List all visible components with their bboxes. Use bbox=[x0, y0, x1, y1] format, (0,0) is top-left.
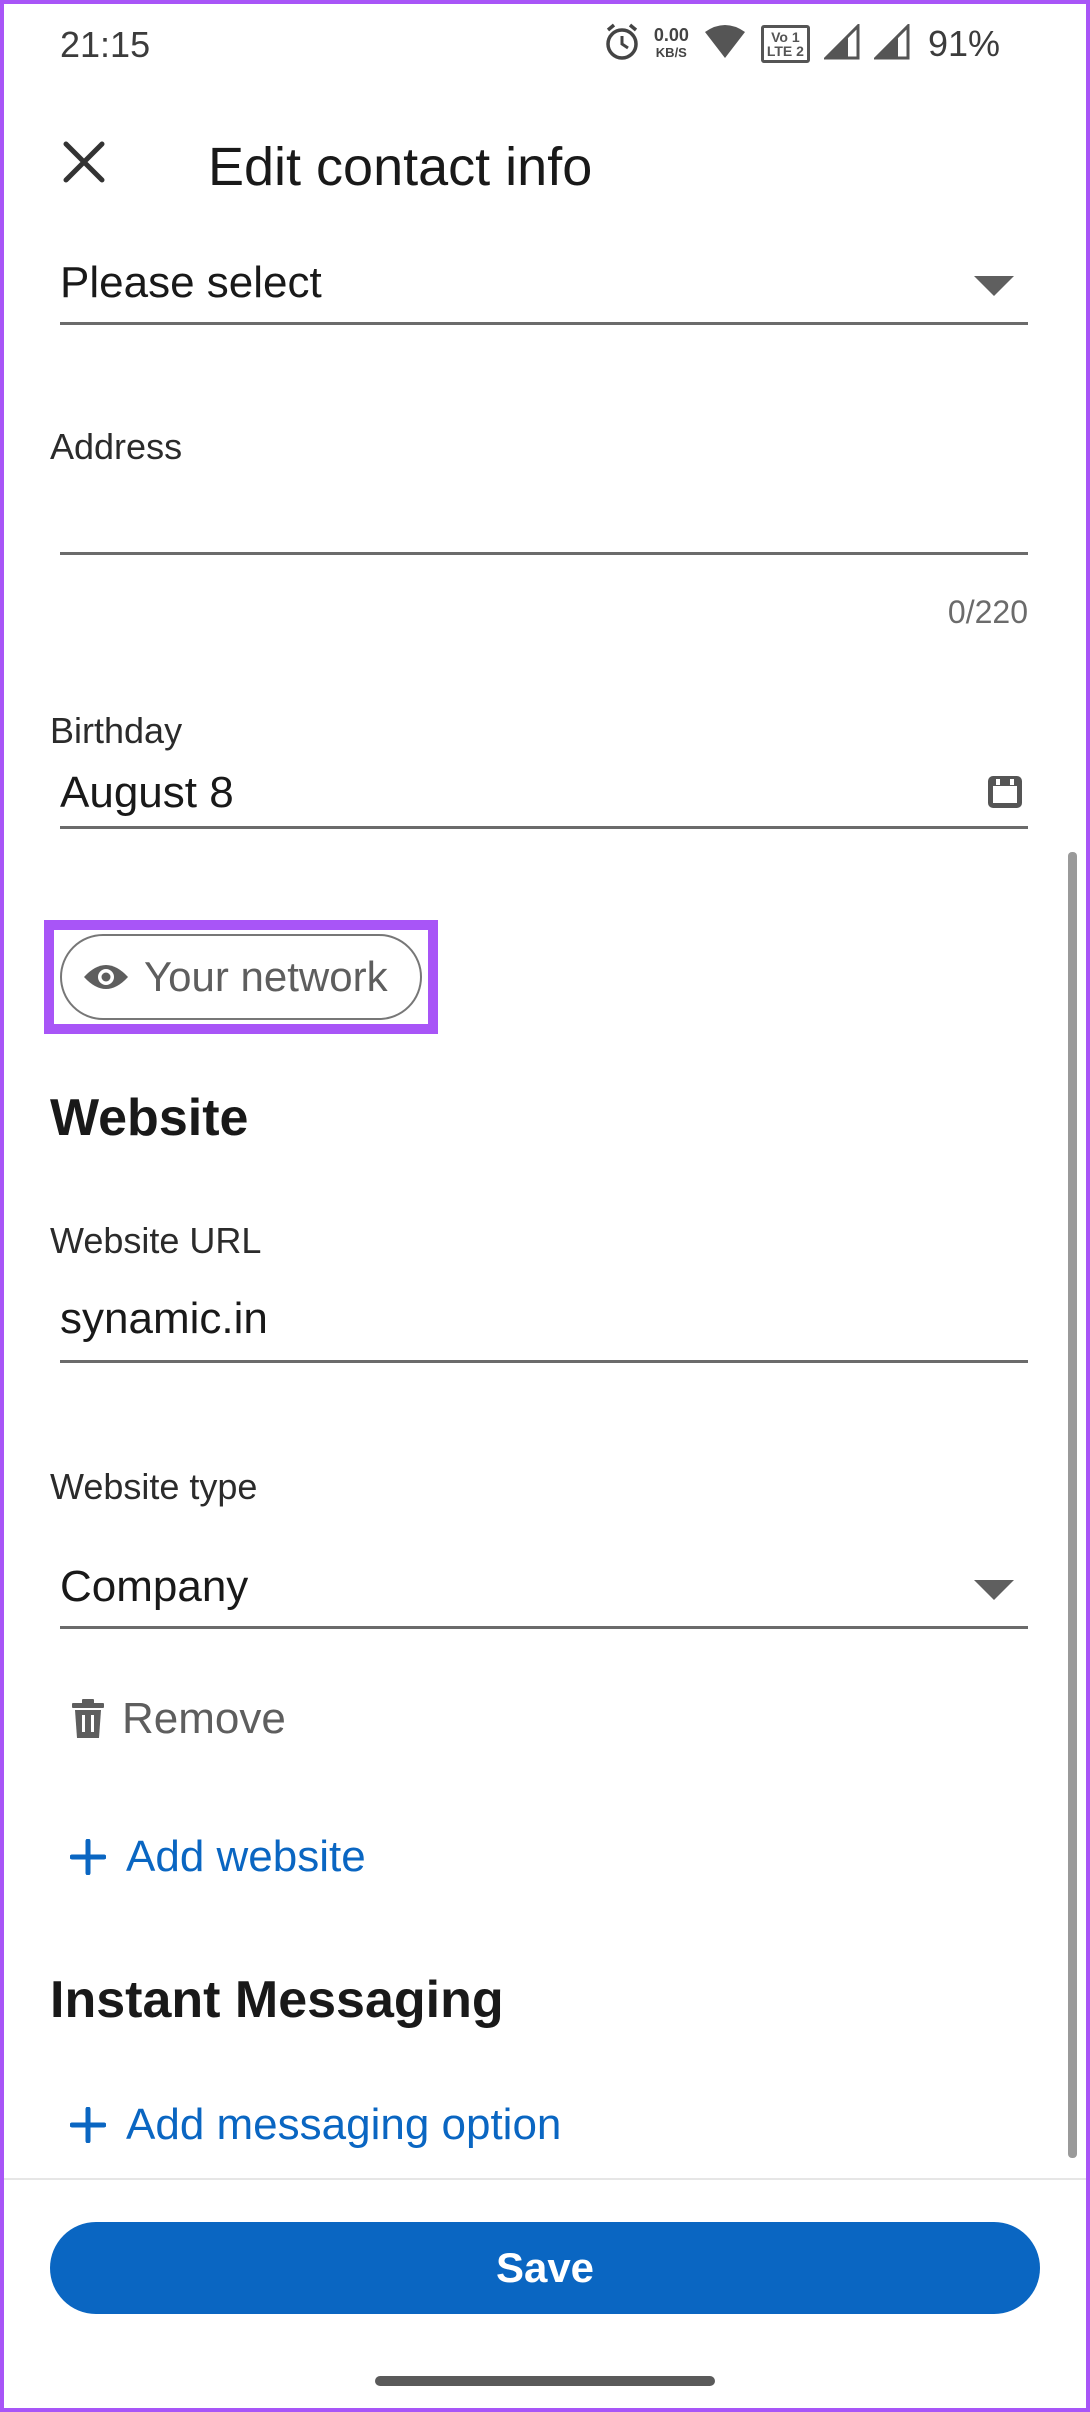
network-speed-unit: KB/S bbox=[655, 45, 687, 60]
remove-website-button[interactable]: Remove bbox=[70, 1694, 286, 1744]
footer-divider bbox=[0, 2178, 1090, 2180]
add-website-button[interactable]: Add website bbox=[70, 1832, 366, 1882]
scrollbar[interactable] bbox=[1068, 852, 1077, 2158]
close-icon bbox=[63, 141, 105, 183]
add-messaging-option-button[interactable]: Add messaging option bbox=[70, 2100, 561, 2150]
birthday-underline bbox=[60, 826, 1028, 829]
status-icons: 0.00 KB/S Vo 1 LTE 2 91% bbox=[604, 21, 1000, 67]
top-select-value[interactable]: Please select bbox=[60, 258, 322, 308]
network-speed-value: 0.00 bbox=[653, 25, 689, 45]
address-counter: 0/220 bbox=[947, 594, 1028, 630]
address-label: Address bbox=[50, 426, 183, 467]
remove-website-label: Remove bbox=[122, 1694, 286, 1743]
website-type-select[interactable]: Company bbox=[60, 1562, 248, 1612]
signal-icon bbox=[872, 21, 910, 65]
address-underline bbox=[60, 552, 1028, 555]
website-url-label: Website URL bbox=[50, 1220, 262, 1261]
save-button[interactable]: Save bbox=[50, 2222, 1040, 2314]
alarm-icon bbox=[604, 22, 640, 67]
address-field[interactable] bbox=[60, 488, 1020, 548]
app-header: Edit contact info bbox=[0, 100, 1090, 230]
calendar-icon[interactable] bbox=[985, 772, 1025, 817]
screenshot-frame bbox=[0, 0, 1090, 2412]
birthday-label: Birthday bbox=[50, 710, 183, 751]
status-time: 21:15 bbox=[60, 24, 151, 65]
website-section-title: Website bbox=[50, 1089, 249, 1147]
website-url-underline bbox=[60, 1360, 1028, 1363]
volte-line-2: LTE 2 bbox=[766, 43, 804, 59]
volte-icon: Vo 1 LTE 2 bbox=[760, 25, 810, 63]
add-messaging-option-label: Add messaging option bbox=[126, 2100, 562, 2149]
home-indicator[interactable] bbox=[375, 2376, 715, 2386]
add-website-label: Add website bbox=[126, 1832, 366, 1881]
volte-line-1: Vo 1 bbox=[771, 29, 800, 45]
trash-icon bbox=[72, 1699, 104, 1738]
website-url-field[interactable]: synamic.in bbox=[60, 1294, 268, 1344]
network-speed: 0.00 KB/S bbox=[653, 25, 689, 61]
birthday-field[interactable]: August 8 bbox=[60, 768, 234, 818]
plus-icon bbox=[70, 2107, 106, 2143]
battery-level: 91% bbox=[927, 23, 1000, 64]
plus-icon bbox=[70, 1839, 106, 1875]
chevron-down-icon[interactable] bbox=[974, 276, 1014, 296]
close-button[interactable] bbox=[50, 128, 118, 196]
page-title: Edit contact info bbox=[208, 137, 593, 197]
website-type-underline bbox=[60, 1626, 1028, 1629]
status-bar: 21:15 0.00 KB/S Vo 1 LTE 2 91% bbox=[0, 0, 1090, 90]
wifi-icon bbox=[703, 24, 747, 65]
instant-messaging-section-title: Instant Messaging bbox=[50, 1971, 504, 2029]
highlight-box bbox=[44, 920, 438, 1034]
top-select-underline bbox=[60, 322, 1028, 325]
signal-icon bbox=[822, 21, 860, 65]
website-type-label: Website type bbox=[50, 1466, 258, 1507]
chevron-down-icon[interactable] bbox=[974, 1580, 1014, 1600]
